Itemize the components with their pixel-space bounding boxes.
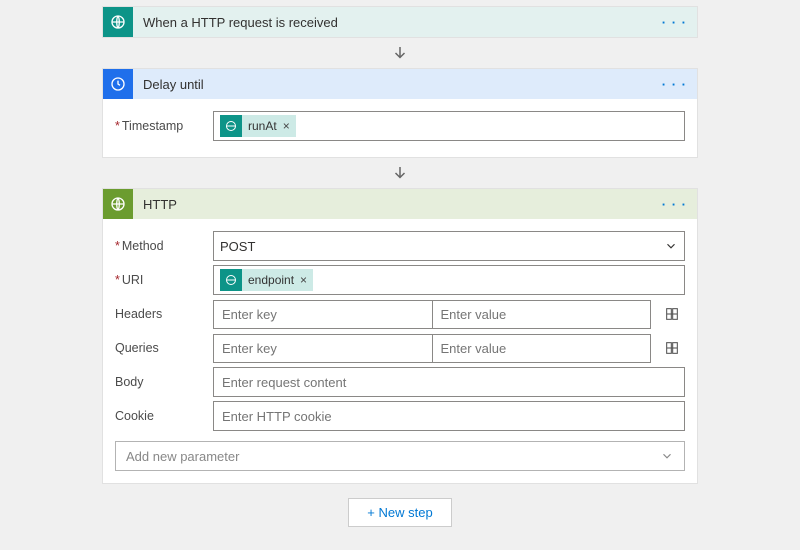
trigger-title: When a HTTP request is received (133, 15, 662, 30)
headers-value-input[interactable] (432, 301, 651, 328)
uri-label: URI (115, 273, 205, 287)
runat-token-remove[interactable]: × (277, 119, 296, 133)
http-body: Method POST URI endpoint × (103, 219, 697, 483)
connector-arrow (0, 44, 800, 62)
method-select[interactable]: POST (213, 231, 685, 261)
trigger-menu-button[interactable]: · · · (662, 15, 687, 30)
chevron-down-icon (660, 449, 674, 463)
queries-text-mode-button[interactable] (659, 335, 685, 361)
http-menu-button[interactable]: · · · (662, 197, 687, 212)
token-icon (220, 269, 242, 291)
add-parameter-dropdown[interactable]: Add new parameter (115, 441, 685, 471)
chevron-down-icon (664, 239, 678, 253)
timestamp-field[interactable]: runAt × (213, 111, 685, 141)
delay-card: Delay until · · · Timestamp runAt × (102, 68, 698, 158)
add-parameter-label: Add new parameter (126, 449, 239, 464)
endpoint-token[interactable]: endpoint × (220, 269, 313, 291)
http-header[interactable]: HTTP · · · (103, 189, 697, 219)
http-card: HTTP · · · Method POST URI (102, 188, 698, 484)
http-title: HTTP (133, 197, 662, 212)
runat-token-label: runAt (248, 119, 277, 133)
cookie-input[interactable] (213, 401, 685, 431)
method-value: POST (220, 239, 255, 254)
token-icon (220, 115, 242, 137)
headers-text-mode-button[interactable] (659, 301, 685, 327)
cookie-label: Cookie (115, 409, 205, 423)
flow-canvas: When a HTTP request is received · · · De… (0, 6, 800, 527)
trigger-header[interactable]: When a HTTP request is received · · · (103, 7, 697, 37)
method-label: Method (115, 239, 205, 253)
endpoint-token-label: endpoint (248, 273, 294, 287)
http-request-icon (103, 7, 133, 37)
queries-value-input[interactable] (432, 335, 651, 362)
new-step-button[interactable]: + New step (348, 498, 451, 527)
connector-arrow (0, 164, 800, 182)
delay-body: Timestamp runAt × (103, 99, 697, 157)
clock-icon (103, 69, 133, 99)
headers-label: Headers (115, 307, 205, 321)
globe-icon (103, 189, 133, 219)
endpoint-token-remove[interactable]: × (294, 273, 313, 287)
runat-token[interactable]: runAt × (220, 115, 296, 137)
body-input[interactable] (213, 367, 685, 397)
timestamp-label: Timestamp (115, 119, 205, 133)
body-label: Body (115, 375, 205, 389)
delay-menu-button[interactable]: · · · (662, 77, 687, 92)
trigger-card: When a HTTP request is received · · · (102, 6, 698, 38)
queries-kv (213, 334, 651, 363)
uri-field[interactable]: endpoint × (213, 265, 685, 295)
headers-key-input[interactable] (214, 301, 432, 328)
delay-header[interactable]: Delay until · · · (103, 69, 697, 99)
headers-kv (213, 300, 651, 329)
queries-key-input[interactable] (214, 335, 432, 362)
delay-title: Delay until (133, 77, 662, 92)
queries-label: Queries (115, 341, 205, 355)
